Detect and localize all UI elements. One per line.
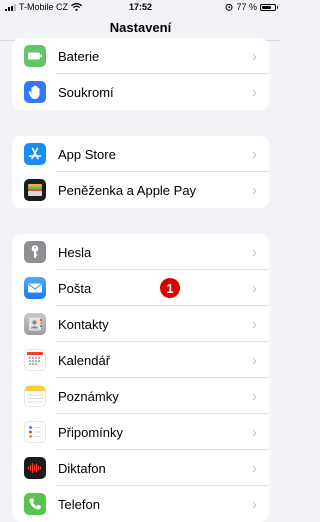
row-label: Kalendář [58,352,111,368]
row-label: Diktafon [58,460,106,476]
alarm-icon [225,3,233,11]
settings-row-diktafon[interactable]: Diktafon › [12,450,269,486]
row-label: Baterie [58,48,100,64]
settings-row-pripominky[interactable]: Připomínky › [12,414,269,450]
settings-row-app-store[interactable]: App Store › [12,136,269,172]
voice-memos-icon [24,457,46,479]
settings-row-poznamky[interactable]: Poznámky › [12,378,269,414]
row-label: App Store [58,146,116,162]
battery-level-icon [260,3,278,11]
annotation-badge: 1 [160,278,180,298]
settings-row-posta[interactable]: Pošta › [12,270,269,306]
chevron-right-icon: › [252,495,257,513]
chevron-right-icon: › [252,315,257,333]
settings-row-telefon[interactable]: Telefon › [12,486,269,522]
chevron-right-icon: › [252,83,257,101]
row-label: Peněženka a Apple Pay [58,182,197,198]
contacts-icon [24,313,46,335]
row-label: Pošta [58,280,92,296]
chevron-right-icon: › [252,351,257,369]
status-right: 77 % [225,2,278,12]
row-label: Připomínky [58,424,124,440]
hand-icon [24,81,46,103]
settings-row-soukromi[interactable]: Soukromí › [12,74,269,110]
reminders-icon [24,421,46,443]
wallet-icon [24,179,46,201]
status-bar: T-Mobile CZ 17:52 77 % [0,0,281,14]
notes-icon [24,385,46,407]
calendar-icon [24,349,46,371]
row-label: Hesla [58,244,92,260]
settings-row-wallet[interactable]: Peněženka a Apple Pay › [12,172,269,208]
battery-percent: 77 % [236,2,257,12]
chevron-right-icon: › [252,423,257,441]
chevron-right-icon: › [252,145,257,163]
row-label: Telefon [58,496,100,512]
phone-icon [24,493,46,515]
chevron-right-icon: › [252,243,257,261]
chevron-right-icon: › [252,181,257,199]
row-label: Soukromí [58,84,114,100]
settings-group-1: Baterie › Soukromí › [12,38,269,110]
settings-row-kontakty[interactable]: Kontakty › [12,306,269,342]
settings-row-baterie[interactable]: Baterie › [12,38,269,74]
page-title: Nastavení [109,20,172,35]
settings-group-3: Hesla › Pošta › Kontakty › Kalendář › Po… [12,234,269,522]
row-label: Poznámky [58,388,119,404]
mail-icon [24,277,46,299]
battery-icon [24,45,46,67]
settings-row-kalendar[interactable]: Kalendář › [12,342,269,378]
chevron-right-icon: › [252,459,257,477]
row-label: Kontakty [58,316,109,332]
app-store-icon [24,143,46,165]
key-icon [24,241,46,263]
chevron-right-icon: › [252,279,257,297]
settings-row-hesla[interactable]: Hesla › [12,234,269,270]
settings-group-2: App Store › Peněženka a Apple Pay › [12,136,269,208]
chevron-right-icon: › [252,387,257,405]
chevron-right-icon: › [252,47,257,65]
